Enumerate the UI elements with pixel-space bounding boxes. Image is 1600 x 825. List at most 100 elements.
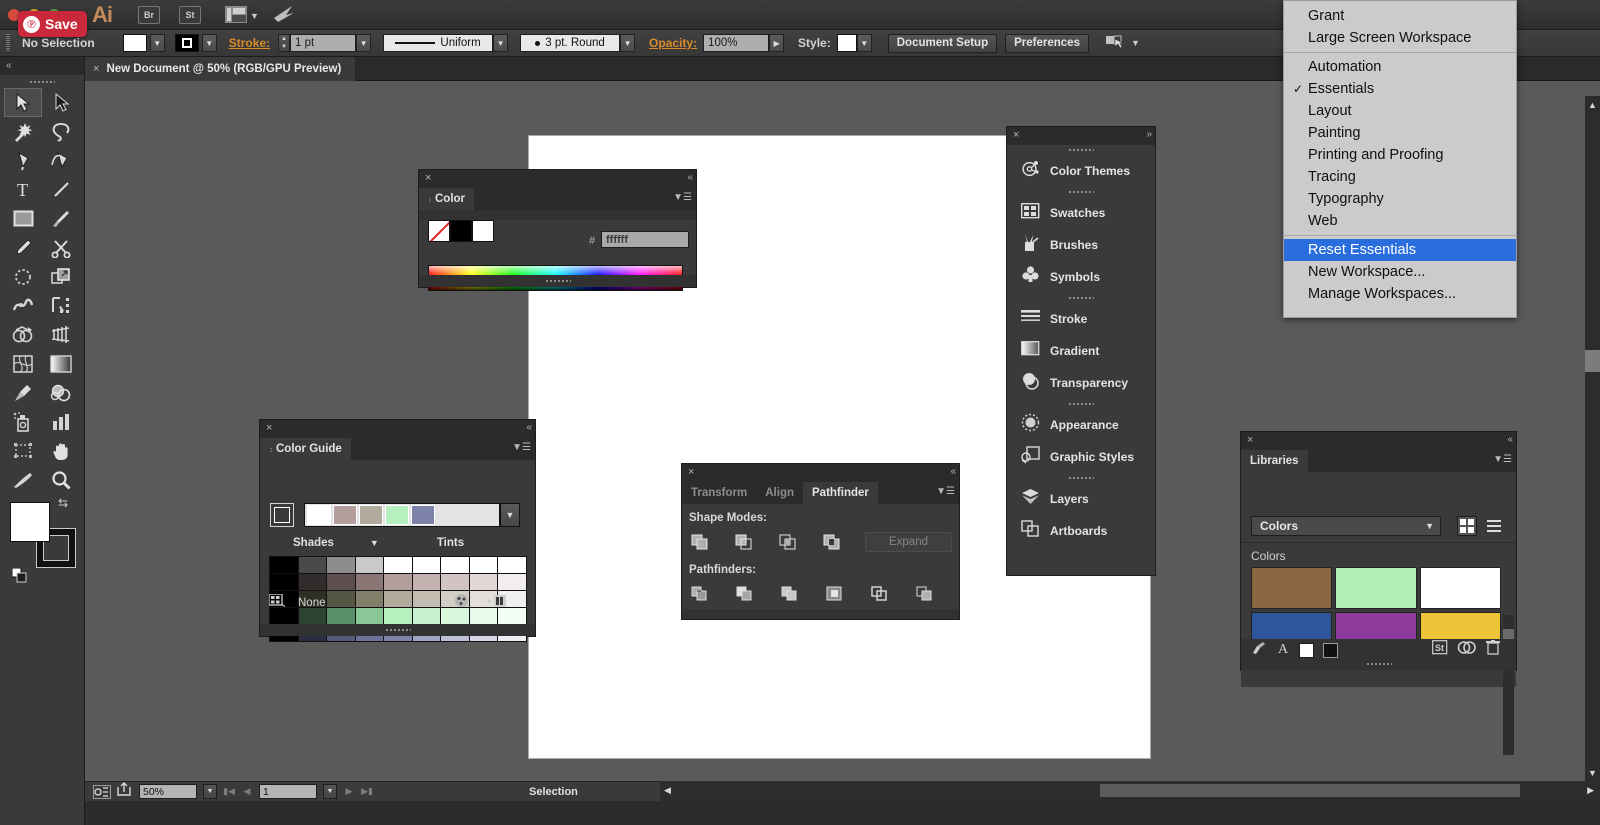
collapse-icon[interactable]: «: [1507, 434, 1512, 445]
merge-button[interactable]: [779, 584, 801, 604]
dock-group-grip[interactable]: [1007, 187, 1155, 197]
close-icon[interactable]: ×: [1247, 434, 1253, 446]
exclude-button[interactable]: [821, 532, 843, 552]
previous-artboard-icon[interactable]: ◀: [241, 786, 253, 797]
color-panel-menu-icon[interactable]: ▼☰: [673, 192, 692, 203]
library-color-swatch[interactable]: [1335, 567, 1417, 609]
harmony-swatch[interactable]: [333, 505, 357, 525]
color-filter-black-icon[interactable]: [1323, 642, 1338, 658]
graphic-style-swatch[interactable]: [836, 34, 857, 52]
stroke-weight-stepper[interactable]: ▲ ▼: [278, 34, 291, 52]
base-color-swatch[interactable]: [270, 503, 294, 527]
workspace-dropdown-menu[interactable]: Grant Large Screen Workspace Automation ✓ Es…: [1283, 0, 1517, 318]
tab-color[interactable]: ↕ Color: [419, 188, 475, 210]
tools-panel-grip[interactable]: [29, 80, 55, 84]
color-variation-swatch[interactable]: [469, 557, 498, 573]
blend-tool[interactable]: [42, 378, 80, 407]
color-variation-swatch[interactable]: [384, 574, 412, 590]
dock-item-stroke[interactable]: Stroke: [1007, 303, 1155, 335]
stroke-weight-chevron-down-icon[interactable]: ▼: [356, 34, 372, 52]
last-artboard-icon[interactable]: ▶▮: [361, 786, 373, 797]
panel-resize-grip[interactable]: [384, 628, 411, 632]
color-variation-swatch[interactable]: [298, 557, 327, 573]
close-icon[interactable]: ×: [425, 172, 431, 184]
fill-stroke-control[interactable]: ⇆: [10, 496, 76, 583]
outline-button[interactable]: [869, 584, 891, 604]
expand-button[interactable]: Expand: [865, 532, 952, 552]
stroke-profile-chevron-down-icon[interactable]: ▼: [493, 34, 509, 52]
default-fill-stroke-icon[interactable]: [11, 567, 28, 584]
harmony-swatch[interactable]: [385, 505, 409, 525]
crop-button[interactable]: [824, 584, 846, 604]
variation-chevron-down-icon[interactable]: ▼: [370, 538, 379, 548]
opacity-flyout-icon[interactable]: ▶: [769, 34, 785, 52]
shape-builder-tool[interactable]: [4, 320, 42, 349]
close-icon[interactable]: ×: [93, 63, 99, 75]
grid-view-button[interactable]: [1457, 516, 1477, 536]
color-variation-swatch[interactable]: [270, 574, 298, 590]
color-filter-white-icon[interactable]: [1299, 642, 1314, 658]
scroll-up-icon[interactable]: ▲: [1586, 98, 1599, 111]
gradient-tool[interactable]: [42, 349, 80, 378]
perspective-grid-tool[interactable]: [42, 320, 80, 349]
arrange-documents-icon[interactable]: [225, 6, 247, 23]
minus-back-button[interactable]: [914, 584, 936, 604]
color-variation-swatch[interactable]: [498, 574, 526, 590]
symbol-sprayer-tool[interactable]: [4, 407, 42, 436]
unite-button[interactable]: [689, 532, 711, 552]
select-similar-chevron-down-icon[interactable]: ▼: [1131, 38, 1140, 48]
intersect-button[interactable]: [777, 532, 799, 552]
stock-search-icon[interactable]: St: [1432, 640, 1448, 660]
color-variation-swatch[interactable]: [412, 557, 441, 573]
libraries-menu-icon[interactable]: ▼☰: [1493, 454, 1512, 465]
stroke-chevron-down-icon[interactable]: ▼: [201, 34, 217, 52]
panel-resize-grip[interactable]: [544, 279, 571, 283]
pathfinder-panel[interactable]: × « Transform Align Pathfinder ▼☰ Shape …: [681, 463, 960, 620]
vertical-scrollbar[interactable]: [1585, 96, 1600, 781]
swap-fill-stroke-icon[interactable]: ⇆: [58, 496, 68, 510]
eyedropper-tool[interactable]: [4, 378, 42, 407]
libraries-panel[interactable]: × « Libraries ▼☰ Colors ▼ Colors A St: [1240, 431, 1517, 755]
selection-tool[interactable]: [4, 88, 42, 117]
workspace-menu-item-painting[interactable]: Painting: [1284, 122, 1516, 144]
document-setup-button[interactable]: Document Setup: [887, 33, 998, 53]
color-variation-swatch[interactable]: [441, 574, 469, 590]
zoom-level-field[interactable]: 50%: [139, 784, 197, 799]
fill-color-swatch[interactable]: [122, 34, 147, 52]
minus-front-button[interactable]: [733, 532, 755, 552]
workspace-menu-item-reset-essentials[interactable]: Reset Essentials: [1284, 239, 1516, 261]
magic-wand-tool[interactable]: [4, 117, 42, 146]
delete-icon[interactable]: [1486, 640, 1500, 660]
workspace-menu-item-printing-and-proofing[interactable]: Printing and Proofing: [1284, 144, 1516, 166]
workspace-menu-item-layout[interactable]: Layout: [1284, 100, 1516, 122]
workspace-menu-item-tracing[interactable]: Tracing: [1284, 166, 1516, 188]
rotate-tool[interactable]: [4, 262, 42, 291]
dock-group-grip[interactable]: [1007, 145, 1155, 155]
stroke-profile-field[interactable]: Uniform: [383, 34, 494, 52]
color-panel[interactable]: × « ↕ Color ▼☰ # ffffff: [418, 169, 697, 291]
panel-resize-grip[interactable]: [1365, 662, 1392, 666]
scroll-right-icon[interactable]: ▶: [1587, 785, 1594, 796]
harmony-swatch[interactable]: [307, 505, 331, 525]
dock-item-transparency[interactable]: Transparency: [1007, 367, 1155, 399]
curvature-tool[interactable]: [42, 146, 80, 175]
dock-item-layers[interactable]: Layers: [1007, 483, 1155, 515]
close-icon[interactable]: ×: [688, 466, 694, 478]
hand-tool[interactable]: [42, 436, 80, 465]
color-variation-swatch[interactable]: [355, 574, 384, 590]
pinterest-save-button[interactable]: ℗ Save: [18, 11, 87, 37]
artboard-tool[interactable]: [4, 436, 42, 465]
scroll-left-icon[interactable]: ◀: [664, 785, 671, 796]
opacity-field[interactable]: 100%: [703, 34, 770, 52]
color-groups-icon[interactable]: [268, 593, 286, 612]
share-icon[interactable]: [117, 782, 133, 801]
rectangle-tool[interactable]: [4, 204, 42, 233]
paintbrush-tool[interactable]: [42, 204, 80, 233]
pathfinder-menu-icon[interactable]: ▼☰: [936, 486, 955, 497]
library-color-swatch[interactable]: [1419, 567, 1501, 609]
pen-tool[interactable]: [4, 146, 42, 175]
panel-dock[interactable]: × » Color Themes Swatches Brushes Symbol…: [1006, 126, 1156, 576]
workspace-menu-item-large-screen-workspace[interactable]: Large Screen Workspace: [1284, 27, 1516, 49]
text-filter-icon[interactable]: A: [1277, 641, 1290, 660]
creative-cloud-sync-icon[interactable]: [1457, 640, 1477, 660]
